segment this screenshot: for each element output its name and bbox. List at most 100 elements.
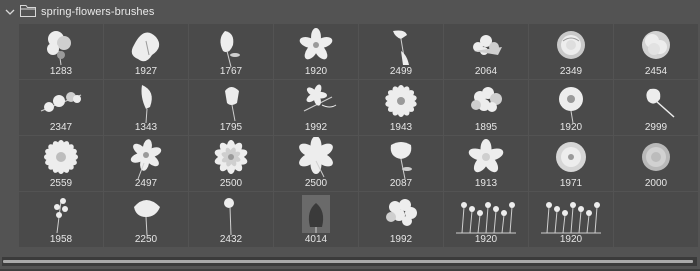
brush-preset[interactable]: 1767 [189, 24, 273, 79]
brush-size-label: 2559 [49, 178, 73, 189]
brush-size-label: 1920 [559, 122, 583, 133]
lily-open-icon [299, 137, 333, 178]
gerbera-icon [44, 140, 78, 174]
brush-grid: 1283 1927 1767 1920 2499 2064 2349 2454 2347 1343… [19, 24, 698, 247]
brush-size-label: 1920 [304, 66, 328, 77]
bouquet-icon [473, 35, 502, 55]
brush-size-label: 2349 [559, 66, 583, 77]
brush-preset[interactable]: 2432 [189, 192, 273, 247]
flower-cluster-icon [47, 31, 71, 66]
chevron-down-icon[interactable] [5, 7, 15, 17]
brush-preset[interactable]: 2559 [19, 136, 103, 191]
brush-preset[interactable]: 2500 [189, 136, 273, 191]
flower-bunch-icon [386, 199, 417, 226]
brush-preset[interactable]: 1943 [359, 80, 443, 135]
poppy-stem-icon [390, 142, 412, 179]
brush-size-label: 1943 [389, 122, 413, 133]
brush-size-label: 1767 [219, 66, 243, 77]
bud-stem-icon [646, 88, 675, 118]
brush-preset[interactable]: 2087 [359, 136, 443, 191]
brush-preset[interactable]: 4014 [274, 192, 358, 247]
brush-preset[interactable]: 2999 [614, 80, 698, 135]
brush-preset[interactable]: 2454 [614, 24, 698, 79]
brush-preset[interactable]: 2497 [104, 136, 188, 191]
brush-size-label: 2250 [134, 234, 158, 245]
brush-preset[interactable]: 2499 [359, 24, 443, 79]
meadow-2-icon [541, 202, 601, 234]
brush-preset[interactable]: 1913 [444, 136, 528, 191]
brush-preset[interactable]: 1958 [19, 192, 103, 247]
dahlia-icon [214, 140, 248, 174]
brush-preset[interactable]: 1895 [444, 80, 528, 135]
brush-preset[interactable]: 1283 [19, 24, 103, 79]
scrollbar-thumb[interactable] [3, 260, 693, 263]
brush-size-label: 1992 [389, 234, 413, 245]
brush-preset[interactable]: 1920 [274, 24, 358, 79]
brush-size-label: 2087 [389, 178, 413, 189]
brush-size-label: 2064 [474, 66, 498, 77]
brush-size-label: 1283 [49, 66, 73, 77]
brush-size-label: 2454 [644, 66, 668, 77]
flower-branch-icon [40, 92, 82, 112]
brush-size-label: 2499 [389, 66, 413, 77]
empty-slot [614, 192, 698, 247]
brush-preset[interactable]: 2349 [529, 24, 613, 79]
brush-preset[interactable]: 1920 [444, 192, 528, 247]
iris-icon [131, 32, 160, 62]
lily-icon [299, 28, 333, 60]
brush-size-label: 1927 [134, 66, 158, 77]
brush-size-label: 1895 [474, 122, 498, 133]
brush-preset[interactable]: 2347 [19, 80, 103, 135]
daisy-icon [385, 85, 417, 117]
tulip-bud-icon [220, 31, 240, 67]
brush-preset[interactable]: 1992 [359, 192, 443, 247]
folder-icon [20, 5, 36, 17]
brush-size-label: 2999 [644, 122, 668, 133]
brush-size-label: 4014 [304, 234, 328, 245]
bell-flower-icon [393, 30, 409, 65]
brush-preset[interactable]: 1971 [529, 136, 613, 191]
brush-preset[interactable]: 2500 [274, 136, 358, 191]
poppy-single-icon [134, 200, 160, 235]
brush-preset[interactable]: 2064 [444, 24, 528, 79]
brush-preset[interactable]: 1343 [104, 80, 188, 135]
brush-size-label: 2497 [134, 178, 158, 189]
leaf-silhouette-icon [302, 195, 330, 233]
small-bud-icon [224, 198, 234, 235]
anemone-icon [130, 139, 162, 179]
brush-preset[interactable]: 1927 [104, 24, 188, 79]
ranunculus-icon [642, 143, 670, 171]
brush-size-label: 1971 [559, 178, 583, 189]
calla-lily-icon [141, 85, 152, 123]
rose-icon [557, 31, 585, 59]
brush-size-label: 2432 [219, 234, 243, 245]
brush-size-label: 1958 [49, 234, 73, 245]
brush-group-title: spring-flowers-brushes [41, 6, 155, 18]
brush-preset[interactable]: 2250 [104, 192, 188, 247]
brush-size-label: 2500 [219, 178, 243, 189]
tulip-icon [225, 87, 239, 122]
brush-preset[interactable]: 1795 [189, 80, 273, 135]
brush-size-label: 1920 [474, 234, 498, 245]
brush-preset[interactable]: 1992 [274, 80, 358, 135]
lily-stem-icon [303, 84, 337, 112]
brush-size-label: 1795 [219, 122, 243, 133]
brush-size-label: 2000 [644, 178, 668, 189]
brush-preset[interactable]: 2000 [614, 136, 698, 191]
brush-group-header[interactable]: spring-flowers-brushes [0, 0, 700, 24]
brush-size-label: 1343 [134, 122, 158, 133]
wildflower-sprig-icon [54, 198, 68, 234]
brush-size-label: 1992 [304, 122, 328, 133]
brush-size-label: 1913 [474, 178, 498, 189]
peony-icon [642, 31, 670, 59]
brush-size-label: 1920 [559, 234, 583, 245]
wild-rose-icon [468, 139, 504, 173]
brush-preset[interactable]: 1920 [529, 80, 613, 135]
brush-preset[interactable]: 1920 [529, 192, 613, 247]
brush-size-label: 2347 [49, 122, 73, 133]
meadow-icon [456, 202, 516, 234]
brush-size-label: 2500 [304, 178, 328, 189]
poppy-icon [559, 87, 583, 123]
hydrangea-icon [471, 87, 502, 112]
camellia-icon [556, 142, 586, 172]
